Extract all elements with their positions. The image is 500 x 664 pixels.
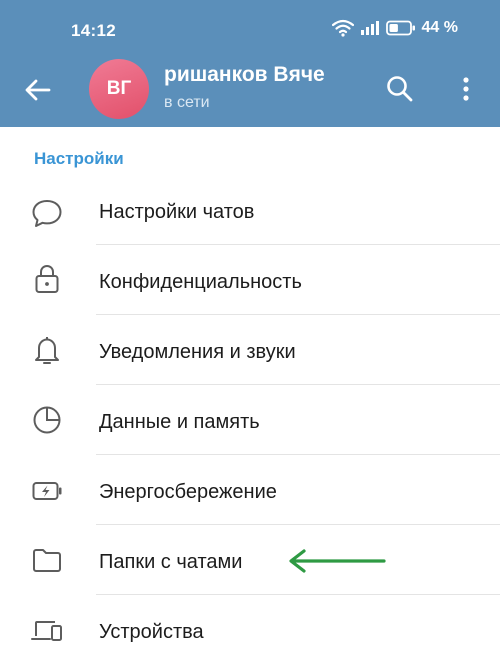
folder-icon: [33, 549, 61, 572]
menu-label: Настройки чатов: [99, 201, 255, 223]
battery-icon: [385, 20, 415, 36]
menu-label: Уведомления и звуки: [99, 341, 296, 363]
more-vertical-icon[interactable]: [452, 72, 480, 106]
menu-label: Конфиденциальность: [99, 271, 302, 293]
menu-label: Устройства: [99, 621, 204, 643]
signal-icon: [360, 21, 379, 35]
menu-label: Энергосбережение: [99, 481, 277, 503]
menu-item-devices[interactable]: Устройства: [0, 596, 500, 664]
battery-charging-icon: [32, 482, 62, 500]
lock-icon: [35, 264, 59, 293]
menu-item-power-saving[interactable]: Энергосбережение: [0, 456, 500, 524]
search-icon[interactable]: [383, 72, 417, 106]
status-bar: 14:12 44 %: [0, 0, 500, 56]
menu-item-data-storage[interactable]: Данные и память: [0, 386, 500, 454]
devices-icon: [31, 621, 62, 641]
divider: [96, 244, 500, 245]
avatar[interactable]: ВГ: [89, 59, 149, 119]
chat-status: в сети: [164, 94, 210, 111]
wifi-icon: [331, 19, 354, 37]
back-arrow-icon[interactable]: [22, 74, 54, 106]
divider: [96, 594, 500, 595]
annotation-arrow-icon: [289, 549, 386, 573]
menu-item-chat-folders[interactable]: Папки с чатами: [0, 526, 500, 594]
pie-chart-icon: [33, 406, 61, 434]
menu-item-notifications[interactable]: Уведомления и звуки: [0, 316, 500, 384]
chat-header: 14:12 44 % ВГ ришанков Вяче в сети: [0, 0, 500, 127]
status-time: 14:12: [71, 21, 116, 40]
battery-percent: 44 %: [421, 19, 458, 36]
menu-item-chat-settings[interactable]: Настройки чатов: [0, 176, 500, 244]
chat-bubble-icon: [32, 200, 62, 227]
divider: [96, 384, 500, 385]
menu-label: Папки с чатами: [99, 551, 243, 573]
chat-name[interactable]: ришанков Вяче: [164, 63, 370, 93]
divider: [96, 314, 500, 315]
menu-label: Данные и память: [99, 411, 260, 433]
status-icons: 44 %: [331, 19, 458, 37]
menu-item-privacy[interactable]: Конфиденциальность: [0, 246, 500, 314]
bell-icon: [35, 337, 59, 364]
avatar-initials: ВГ: [106, 78, 132, 99]
divider: [96, 454, 500, 455]
divider: [96, 524, 500, 525]
section-title: Настройки: [34, 149, 124, 168]
